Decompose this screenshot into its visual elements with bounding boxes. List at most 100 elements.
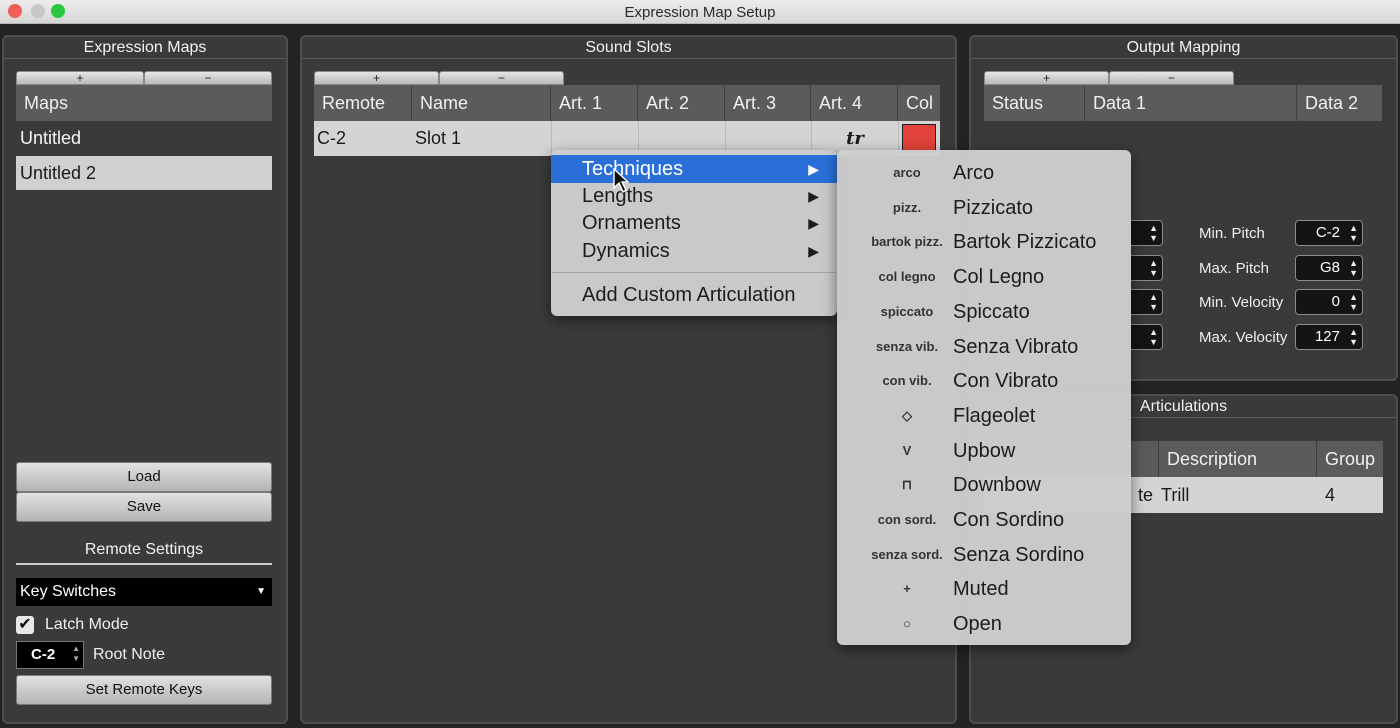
output-mapping-title: Output Mapping	[971, 39, 1396, 59]
stepper-arrows-icon[interactable]: ▲ ▼	[1149, 258, 1158, 278]
output-header: Status Data 1 Data 2	[984, 85, 1382, 121]
expression-maps-title: Expression Maps	[4, 39, 286, 59]
submenu-item-muted[interactable]: + Muted	[837, 572, 1131, 606]
submenu-item-label: Muted	[953, 578, 1009, 601]
submenu-item-label: Pizzicato	[953, 196, 1034, 219]
max-pitch-stepper[interactable]: G8 ▲ ▼	[1295, 255, 1363, 281]
add-map-button[interactable]: +	[16, 71, 144, 85]
remove-slot-button[interactable]: −	[439, 71, 564, 85]
slot-name-cell[interactable]: Slot 1	[412, 121, 551, 156]
stepper-arrows-icon[interactable]: ▲ ▼	[1349, 258, 1358, 278]
submenu-item-downbow[interactable]: ⊓ Downbow	[837, 468, 1131, 502]
submenu-item-arco[interactable]: arco Arco	[837, 156, 1131, 190]
column-group[interactable]: Group	[1317, 441, 1383, 477]
articulation-symbol: ⊓	[901, 477, 913, 493]
stepper-arrows-icon[interactable]: ▲ ▼	[1349, 223, 1358, 243]
articulation-symbol: con vib.	[882, 373, 932, 389]
set-remote-keys-button[interactable]: Set Remote Keys	[16, 675, 272, 705]
articulation-symbol: +	[903, 581, 911, 597]
maps-header: Maps	[16, 85, 272, 121]
slot-remote-cell[interactable]: C-2	[314, 121, 412, 156]
menu-item-ornaments[interactable]: Ornaments ▶	[551, 209, 837, 237]
menu-item-lengths[interactable]: Lengths ▶	[551, 182, 837, 210]
submenu-item-open[interactable]: ○ Open	[837, 607, 1131, 641]
remote-mode-select[interactable]: Key Switches ▼	[16, 578, 272, 606]
submenu-item-label: Senza Sordino	[953, 543, 1085, 566]
title-bar: Expression Map Setup	[0, 0, 1400, 24]
column-art2[interactable]: Art. 2	[638, 85, 725, 121]
submenu-item-label: Con Vibrato	[953, 370, 1059, 393]
column-description[interactable]: Description	[1159, 441, 1317, 477]
column-name[interactable]: Name	[412, 85, 551, 121]
menu-divider	[552, 272, 836, 273]
submenu-item-col-legno[interactable]: col legno Col Legno	[837, 260, 1131, 294]
submenu-arrow-icon: ▶	[808, 243, 819, 259]
load-button[interactable]: Load	[16, 462, 272, 492]
map-item-untitled[interactable]: Untitled	[16, 121, 272, 155]
stepper-arrows-icon[interactable]: ▲ ▼	[1349, 292, 1358, 312]
stepper-arrows-icon[interactable]: ▲ ▼	[1149, 292, 1158, 312]
maps-column-header: Maps	[24, 93, 69, 113]
submenu-item-label: Flageolet	[953, 404, 1036, 427]
menu-item-dynamics[interactable]: Dynamics ▶	[551, 237, 837, 265]
root-note-value: C-2	[31, 646, 56, 663]
map-item-untitled-2[interactable]: Untitled 2	[16, 156, 272, 190]
menu-item-label: Dynamics	[582, 240, 670, 262]
min-pitch-stepper[interactable]: C-2 ▲ ▼	[1295, 220, 1363, 246]
column-status[interactable]: Status	[984, 85, 1085, 121]
maps-add-remove-bar: + −	[16, 71, 272, 85]
submenu-item-upbow[interactable]: V Upbow	[837, 434, 1131, 468]
stepper-arrows-icon[interactable]: ▲ ▼	[1149, 327, 1158, 347]
column-data1[interactable]: Data 1	[1085, 85, 1297, 121]
articulation-symbol: spiccato	[880, 303, 934, 319]
articulation-symbol: V	[902, 442, 912, 458]
add-slot-button[interactable]: +	[314, 71, 439, 85]
menu-item-add-custom-articulation[interactable]: Add Custom Articulation	[551, 281, 837, 309]
submenu-item-senza-sordino[interactable]: senza sord. Senza Sordino	[837, 538, 1131, 572]
column-art3[interactable]: Art. 3	[725, 85, 811, 121]
latch-mode-label: Latch Mode	[45, 616, 129, 633]
submenu-item-spiccato[interactable]: spiccato Spiccato	[837, 295, 1131, 329]
description-cell[interactable]: Trill	[1159, 477, 1317, 513]
submenu-item-con-sordino[interactable]: con sord. Con Sordino	[837, 503, 1131, 537]
articulation-symbol: ○	[903, 616, 911, 632]
column-remote[interactable]: Remote	[314, 85, 412, 121]
column-art4[interactable]: Art. 4	[811, 85, 898, 121]
menu-item-label: Ornaments	[582, 212, 681, 234]
mouse-cursor-icon	[613, 168, 629, 194]
remote-mode-value: Key Switches	[20, 583, 117, 600]
stepper-arrows-icon[interactable]: ▲ ▼	[1149, 223, 1158, 243]
submenu-item-senza-vibrato[interactable]: senza vib. Senza Vibrato	[837, 330, 1131, 364]
max-velocity-stepper[interactable]: 127 ▲ ▼	[1295, 324, 1363, 350]
group-cell[interactable]: 4	[1317, 477, 1383, 513]
stepper-arrows-icon[interactable]: ▲ ▼	[1349, 327, 1358, 347]
menu-item-label: Techniques	[582, 158, 684, 180]
menu-item-techniques[interactable]: Techniques ▶	[551, 155, 837, 183]
column-color[interactable]: Col	[898, 85, 940, 121]
techniques-submenu: arco Arco pizz. Pizzicato bartok pizz. Bartok…	[837, 150, 1131, 645]
max-pitch-value: G8	[1319, 259, 1340, 276]
submenu-item-bartok-pizzicato[interactable]: bartok pizz. Bartok Pizzicato	[837, 225, 1131, 259]
column-data2[interactable]: Data 2	[1297, 85, 1382, 121]
min-velocity-stepper[interactable]: 0 ▲ ▼	[1295, 289, 1363, 315]
submenu-item-pizzicato[interactable]: pizz. Pizzicato	[837, 191, 1131, 225]
submenu-item-label: Con Sordino	[953, 509, 1065, 531]
remove-output-button[interactable]: −	[1109, 71, 1234, 85]
expression-map-setup-window: Expression Map Setup Expression Maps + −…	[0, 0, 1400, 728]
color-swatch[interactable]	[902, 124, 936, 153]
min-velocity-label: Min. Velocity	[1199, 294, 1284, 311]
remove-map-button[interactable]: −	[144, 71, 272, 85]
column-art1[interactable]: Art. 1	[551, 85, 638, 121]
latch-mode-checkbox[interactable]: ✔	[16, 616, 34, 634]
articulation-symbol: senza sord.	[871, 546, 943, 562]
max-pitch-label: Max. Pitch	[1199, 260, 1270, 277]
articulation-symbol: bartok pizz.	[871, 234, 943, 250]
save-button[interactable]: Save	[16, 492, 272, 522]
submenu-item-con-vibrato[interactable]: con vib. Con Vibrato	[837, 364, 1131, 398]
chevron-down-icon: ▼	[256, 586, 266, 597]
add-output-button[interactable]: +	[984, 71, 1109, 85]
submenu-item-flageolet[interactable]: ◇ Flageolet	[837, 399, 1131, 433]
root-note-stepper[interactable]: C-2 ▲ ▼	[16, 641, 84, 669]
min-pitch-value: C-2	[1315, 224, 1340, 241]
stepper-arrows-icon[interactable]: ▲ ▼	[72, 644, 80, 664]
